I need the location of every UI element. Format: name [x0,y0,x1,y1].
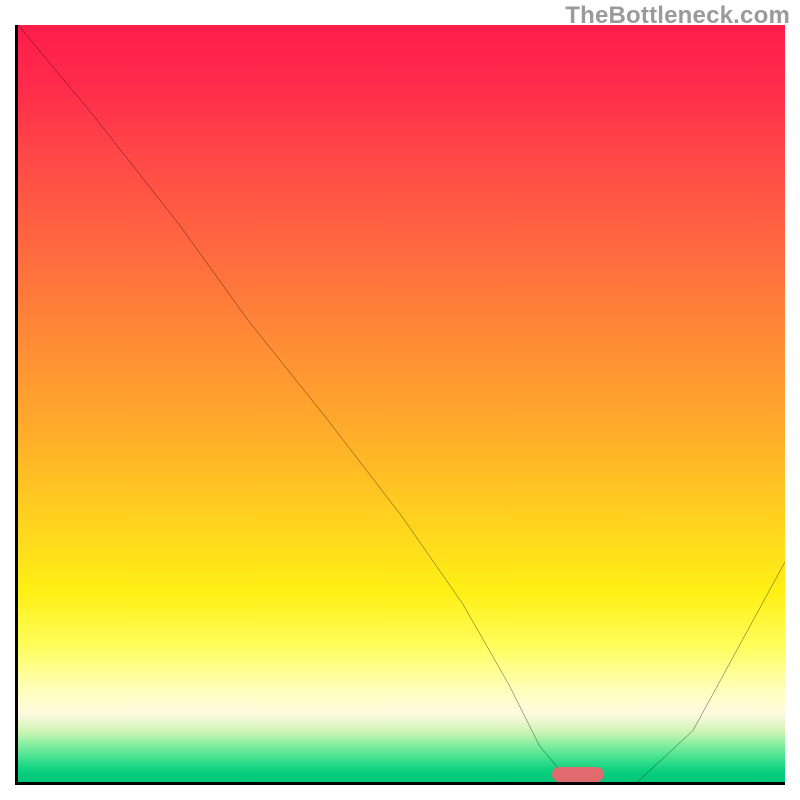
plot-area [15,25,785,785]
background-gradient [18,25,785,782]
chart-canvas: TheBottleneck.com [0,0,800,800]
